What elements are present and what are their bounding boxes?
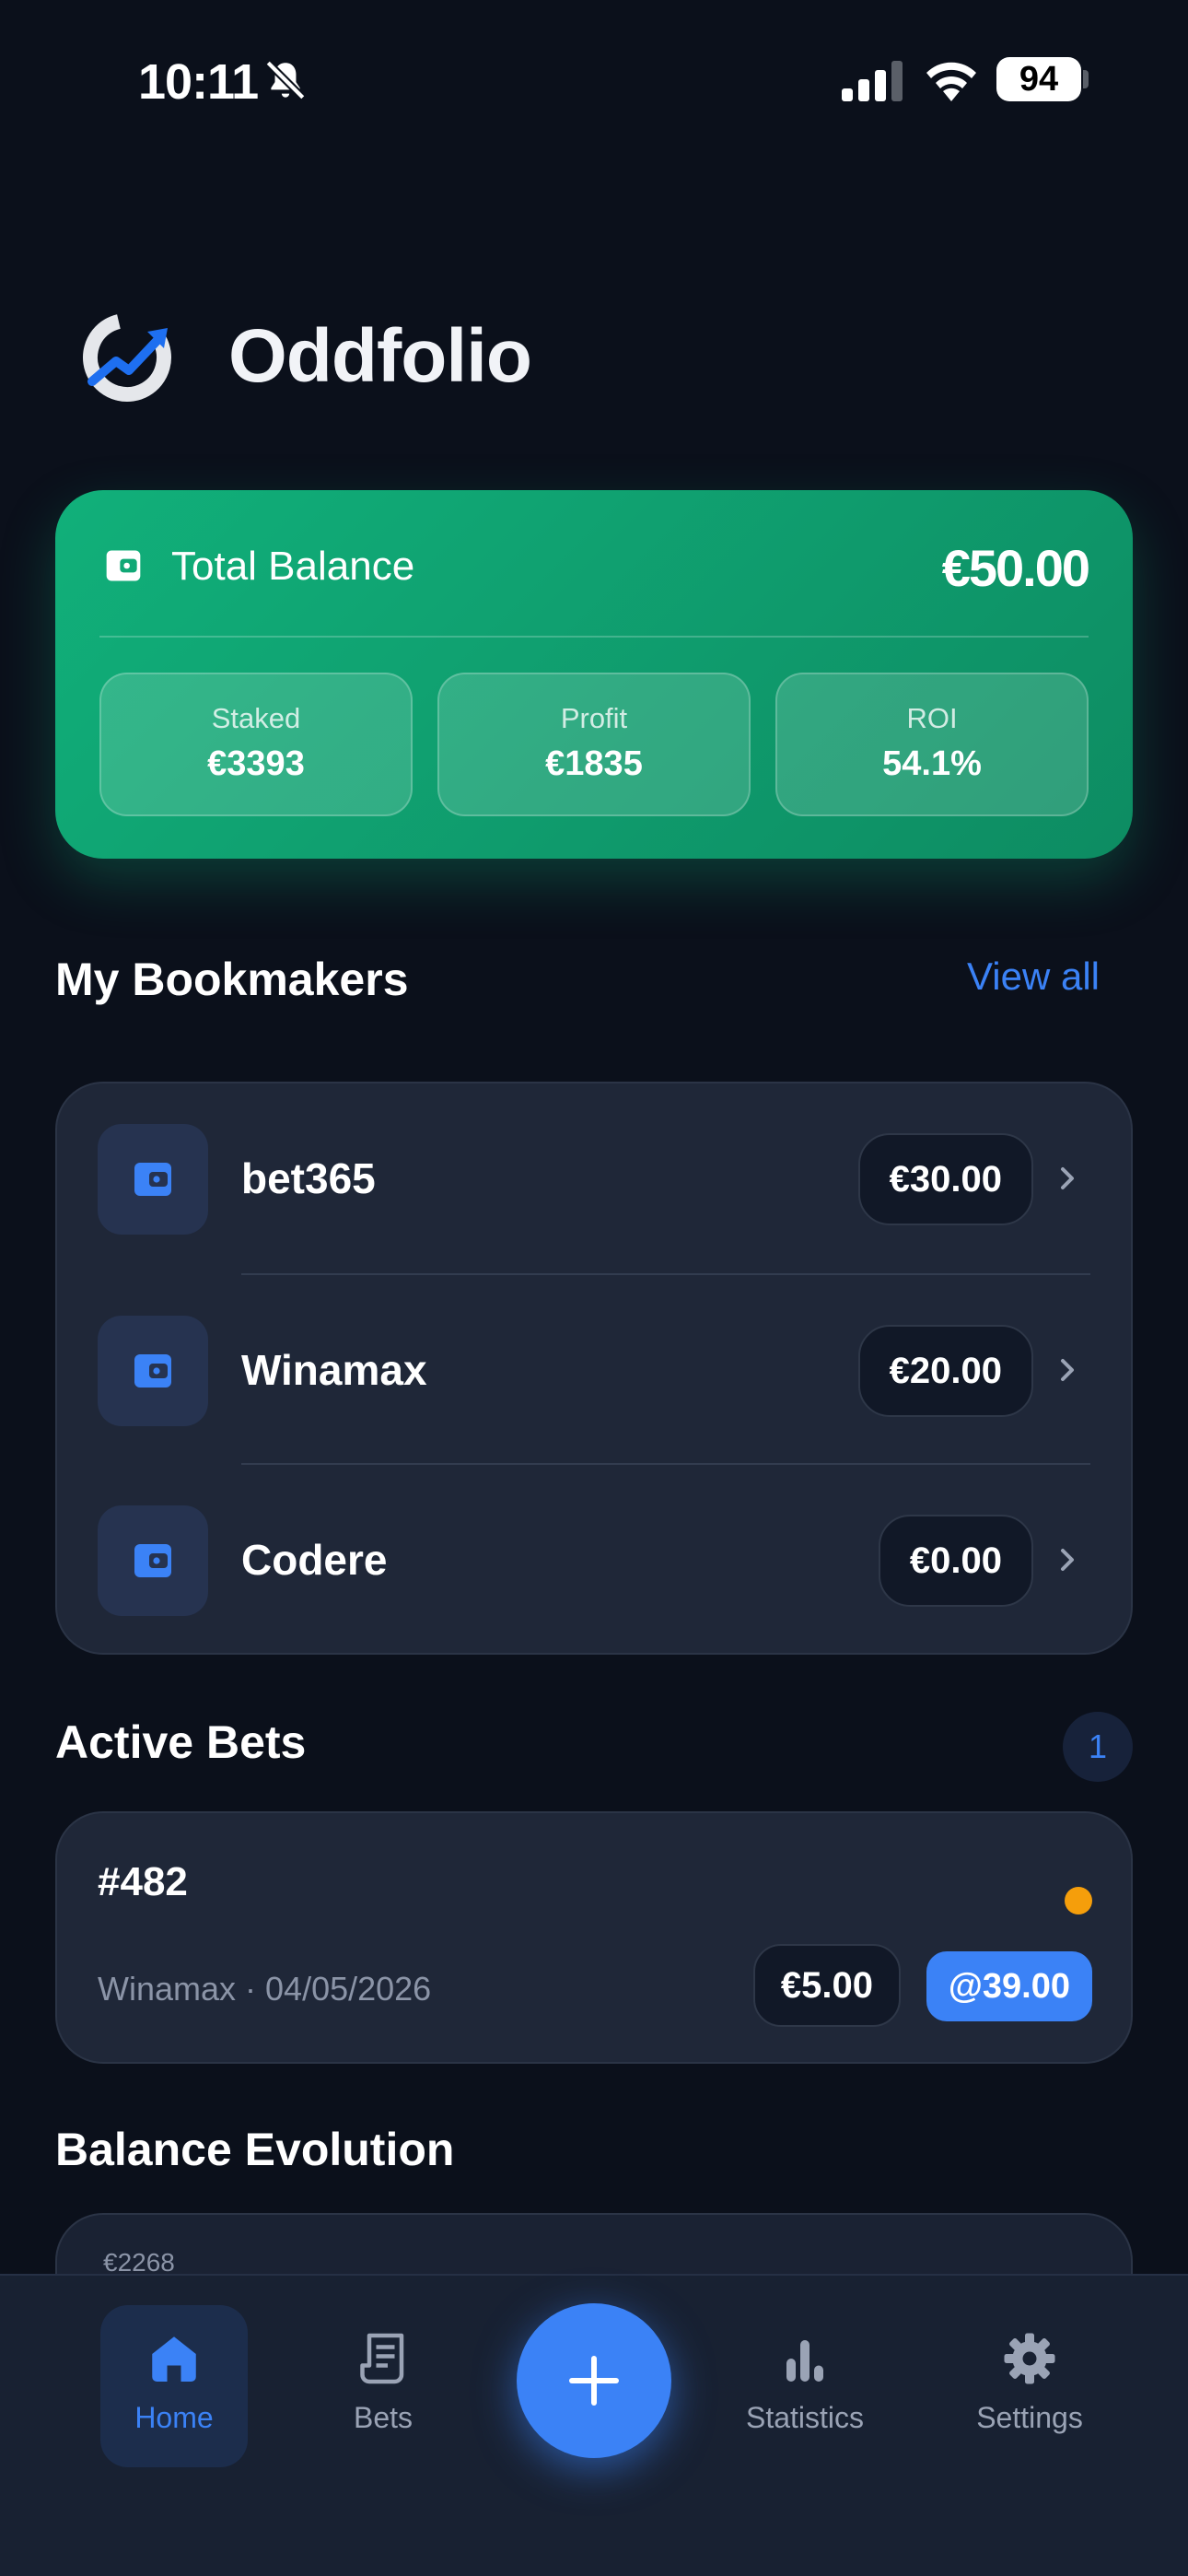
wallet-icon: [134, 1163, 171, 1196]
active-bets-section-title: Active Bets: [55, 1716, 307, 1768]
app-title: Oddfolio: [228, 314, 532, 398]
active-bets-count-badge: 1: [1063, 1712, 1133, 1782]
bar-chart-icon: [786, 2340, 823, 2382]
stat-label: Staked: [211, 702, 301, 734]
stat-label: Profit: [560, 702, 628, 734]
status-bar: 10:11 94: [0, 0, 1188, 157]
balance-evolution-section-title: Balance Evolution: [55, 2124, 455, 2175]
nav-bets[interactable]: Bets: [309, 2305, 457, 2467]
plus-icon: [569, 2356, 619, 2406]
status-time: 10:11: [138, 54, 259, 110]
chevron-right-icon: [1061, 1549, 1074, 1571]
wallet-icon: [134, 1544, 171, 1577]
total-balance-amount: €50.00: [941, 539, 1090, 597]
stat-value: €1835: [545, 744, 643, 783]
bell-off-icon: [265, 60, 306, 100]
nav-label: Home: [134, 2401, 214, 2434]
nav-label: Bets: [353, 2401, 413, 2434]
wallet-icon: [134, 1354, 171, 1388]
view-all-link[interactable]: View all: [967, 954, 1100, 999]
wallet-icon: [106, 550, 141, 581]
chevron-right-icon: [1061, 1359, 1074, 1381]
bookmakers-list: bet365 €30.00 Winamax €20.00 Codere €0.0…: [55, 1082, 1133, 1655]
roi-stat: ROI 54.1%: [775, 673, 1089, 816]
add-bet-button[interactable]: [517, 2303, 671, 2458]
bet-card[interactable]: #482 Winamax · 04/05/2026 €5.00 @39.00: [55, 1811, 1133, 2064]
chevron-right-icon: [1061, 1167, 1074, 1189]
bookmaker-balance: €20.00: [857, 1325, 1033, 1417]
receipt-icon: [360, 2333, 404, 2384]
total-balance-card: Total Balance €50.00 Staked €3393 Profit…: [55, 490, 1133, 859]
nav-settings[interactable]: Settings: [956, 2305, 1103, 2467]
bookmakers-section-title: My Bookmakers: [55, 954, 409, 1005]
nav-label: Statistics: [745, 2401, 865, 2434]
bet-meta: Winamax · 04/05/2026: [98, 1970, 432, 2008]
stat-value: €3393: [207, 744, 305, 783]
profit-stat: Profit €1835: [437, 673, 751, 816]
divider: [99, 636, 1089, 638]
bet-stake: €5.00: [752, 1944, 901, 2027]
bookmaker-name: bet365: [241, 1154, 376, 1202]
total-balance-label: Total Balance: [171, 544, 415, 589]
app-logo-icon: [83, 312, 171, 402]
bookmaker-row-bet365[interactable]: bet365 €30.00: [57, 1083, 1135, 1273]
staked-stat: Staked €3393: [99, 673, 413, 816]
bookmaker-name: Winamax: [241, 1346, 427, 1394]
nav-statistics[interactable]: Statistics: [731, 2305, 879, 2467]
bookmaker-balance: €30.00: [857, 1133, 1033, 1225]
bookmaker-icon-box: [98, 1124, 208, 1235]
bookmaker-row-codere[interactable]: Codere €0.00: [57, 1465, 1135, 1655]
nav-label: Settings: [976, 2401, 1083, 2434]
gear-icon: [1004, 2333, 1055, 2384]
wifi-icon: [926, 62, 976, 101]
pending-status-dot: [1065, 1887, 1092, 1914]
bet-odds-badge: @39.00: [926, 1951, 1092, 2021]
bookmaker-icon-box: [98, 1316, 208, 1426]
bet-id: #482: [98, 1859, 188, 1904]
bookmaker-name: Codere: [241, 1536, 388, 1584]
bottom-navigation: Home Bets Statistics Settings: [0, 2274, 1188, 2576]
nav-home[interactable]: Home: [100, 2305, 248, 2467]
cellular-signal-icon: [842, 61, 903, 101]
bookmaker-balance: €0.00: [878, 1515, 1033, 1607]
battery-indicator: 94: [996, 57, 1081, 101]
bookmaker-icon-box: [98, 1505, 208, 1616]
bookmaker-row-winamax[interactable]: Winamax €20.00: [57, 1275, 1135, 1465]
battery-cap: [1083, 70, 1089, 88]
stat-value: 54.1%: [882, 744, 982, 783]
home-icon: [152, 2336, 196, 2382]
stat-label: ROI: [906, 702, 958, 734]
